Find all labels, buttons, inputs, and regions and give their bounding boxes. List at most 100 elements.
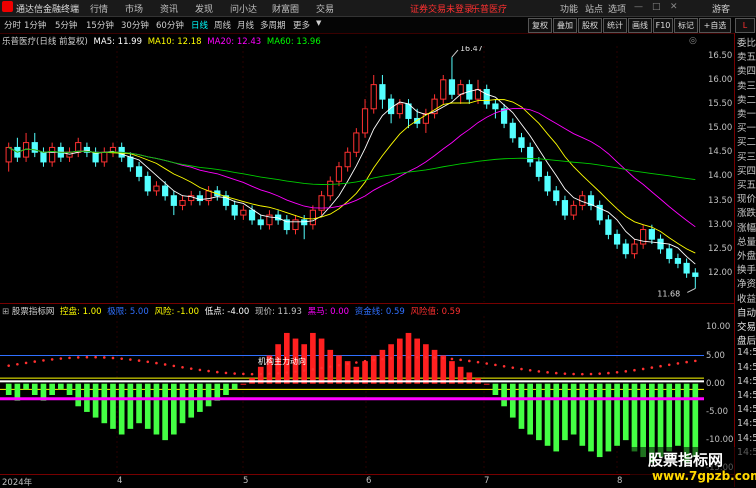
period-15min[interactable]: 15分钟 (86, 19, 114, 31)
risk-value-dot (137, 359, 141, 362)
f10-button[interactable]: F10 (653, 18, 673, 33)
indicator-bar (31, 383, 38, 395)
panel-toggle-button[interactable]: L (735, 18, 755, 33)
candle-body (40, 151, 47, 163)
side-panel-item[interactable]: 卖一 (737, 106, 756, 120)
side-panel-item[interactable]: 14:50 (737, 362, 756, 373)
side-panel-item[interactable]: 14:50 (737, 433, 756, 444)
tongji-button[interactable]: 统计 (603, 18, 627, 33)
user-label[interactable]: 游客 (712, 2, 730, 15)
side-panel-item[interactable]: 买三 (737, 149, 756, 163)
side-panel-item[interactable]: 14:50 (737, 418, 756, 429)
risk-value-dot (294, 370, 297, 373)
risk-value-dot (572, 372, 575, 376)
indicator-bar (544, 383, 551, 446)
side-panel-item[interactable]: 委比 (737, 35, 756, 49)
period-week[interactable]: 周线 (214, 19, 231, 31)
diejia-button[interactable]: 叠加 (553, 18, 577, 33)
side-panel-item[interactable]: 盘后 (737, 333, 756, 347)
candle-body (144, 175, 151, 192)
side-panel-item[interactable]: 自动 (737, 305, 756, 319)
risk-value-dot (667, 363, 671, 367)
period-30min[interactable]: 30分钟 (121, 19, 149, 31)
watermark-title: 股票指标网 (648, 451, 724, 469)
period-day[interactable]: 日线 (191, 19, 208, 31)
indicator-bar (527, 383, 533, 435)
risk-value-dot (615, 370, 619, 374)
side-panel-item[interactable]: 14:50 (737, 404, 756, 415)
risk-value-dot (42, 359, 45, 362)
side-panel-item[interactable]: 买四 (737, 163, 756, 177)
indicator-bar (666, 383, 673, 452)
add-favorite-button[interactable]: +自选 (699, 18, 731, 33)
indicator-chart[interactable]: 机构主力动向 (0, 316, 704, 474)
side-panel-item[interactable]: 14:50 (737, 390, 756, 401)
guquan-button[interactable]: 股权 (578, 18, 602, 33)
candlestick-chart[interactable]: 16.47 11.68 (0, 46, 704, 302)
indicator-bar (310, 332, 316, 384)
indicator-bar (570, 383, 577, 435)
price-tick: 14.00 (708, 171, 733, 182)
time-axis-month-8: 8 (617, 476, 623, 486)
menu-caifuquan[interactable]: 财富圈 (272, 2, 299, 15)
candle-body (518, 137, 525, 148)
chevron-down-icon[interactable]: ▼ (316, 19, 321, 27)
side-panel-item[interactable]: 总量 (737, 234, 756, 248)
huaxian-button[interactable]: 画线 (628, 18, 652, 33)
side-panel-item[interactable]: 净资 (737, 276, 756, 290)
indicator-bar (492, 383, 499, 395)
risk-value-dot (494, 363, 497, 367)
side-panel-item[interactable]: 收益 (737, 291, 756, 305)
period-1min[interactable]: 1分钟 (24, 19, 46, 31)
menu-jiaoyi[interactable]: 交易 (316, 2, 334, 15)
menu-shichang[interactable]: 市场 (125, 2, 143, 15)
minimize-icon[interactable]: — (634, 2, 643, 12)
login-status[interactable]: 证券交易未登录 (410, 2, 473, 15)
side-panel-item[interactable]: 交易 (737, 319, 756, 333)
risk-value-dot (320, 366, 323, 370)
period-5min[interactable]: 5分钟 (55, 19, 77, 31)
side-panel-item[interactable]: 买一 (737, 120, 756, 134)
menu-wenxiaoda[interactable]: 问小达 (230, 2, 257, 15)
period-month[interactable]: 月线 (237, 19, 254, 31)
menu-xuanxiang[interactable]: 选项 (608, 2, 626, 15)
side-panel-item[interactable]: 卖五 (737, 49, 756, 63)
indicator-bar (179, 383, 186, 424)
close-icon[interactable]: ✕ (670, 2, 678, 12)
menu-faxian[interactable]: 发现 (195, 2, 213, 15)
side-panel-item[interactable]: 现价 (737, 191, 756, 205)
candle-body (553, 190, 560, 202)
side-panel-item[interactable]: 换手 (737, 262, 756, 276)
side-panel-item[interactable]: 14:50 (737, 376, 756, 387)
menu-hangqing[interactable]: 行情 (90, 2, 108, 15)
side-panel-item[interactable]: 涨幅 (737, 220, 756, 234)
period-multi[interactable]: 多周期 (260, 19, 286, 31)
side-panel-item[interactable]: 外盘 (737, 248, 756, 262)
indicator-bar (388, 344, 394, 384)
maximize-icon[interactable]: □ (652, 2, 661, 12)
band-white (0, 380, 704, 383)
side-panel-item[interactable]: 买二 (737, 134, 756, 148)
fuquan-button[interactable]: 复权 (528, 18, 552, 33)
side-panel-item[interactable]: 卖二 (737, 92, 756, 106)
ma10-line (8, 99, 696, 254)
risk-value-dot (242, 372, 245, 376)
indicator-bar (110, 383, 116, 429)
indicator-bar (153, 383, 160, 435)
settings-icon[interactable]: ◎ (689, 36, 697, 46)
side-panel-item[interactable]: 卖三 (737, 78, 756, 92)
menu-zixun[interactable]: 资讯 (160, 2, 178, 15)
risk-value-dot (146, 360, 150, 364)
period-more[interactable]: 更多 (293, 19, 310, 31)
period-fenshi[interactable]: 分时 (4, 19, 21, 31)
side-panel-item[interactable]: 涨跌 (737, 205, 756, 219)
side-panel-item[interactable]: 买五 (737, 177, 756, 191)
biaoji-button[interactable]: 标记 (674, 18, 698, 33)
side-panel-item[interactable]: 卖四 (737, 63, 756, 77)
period-60min[interactable]: 60分钟 (156, 19, 184, 31)
risk-value-dot (16, 362, 19, 366)
menu-zhandian[interactable]: 站点 (585, 2, 603, 15)
side-panel-item[interactable]: 14:50 (737, 347, 756, 358)
menu-gongneng[interactable]: 功能 (560, 2, 578, 15)
ma5-line (8, 88, 696, 265)
